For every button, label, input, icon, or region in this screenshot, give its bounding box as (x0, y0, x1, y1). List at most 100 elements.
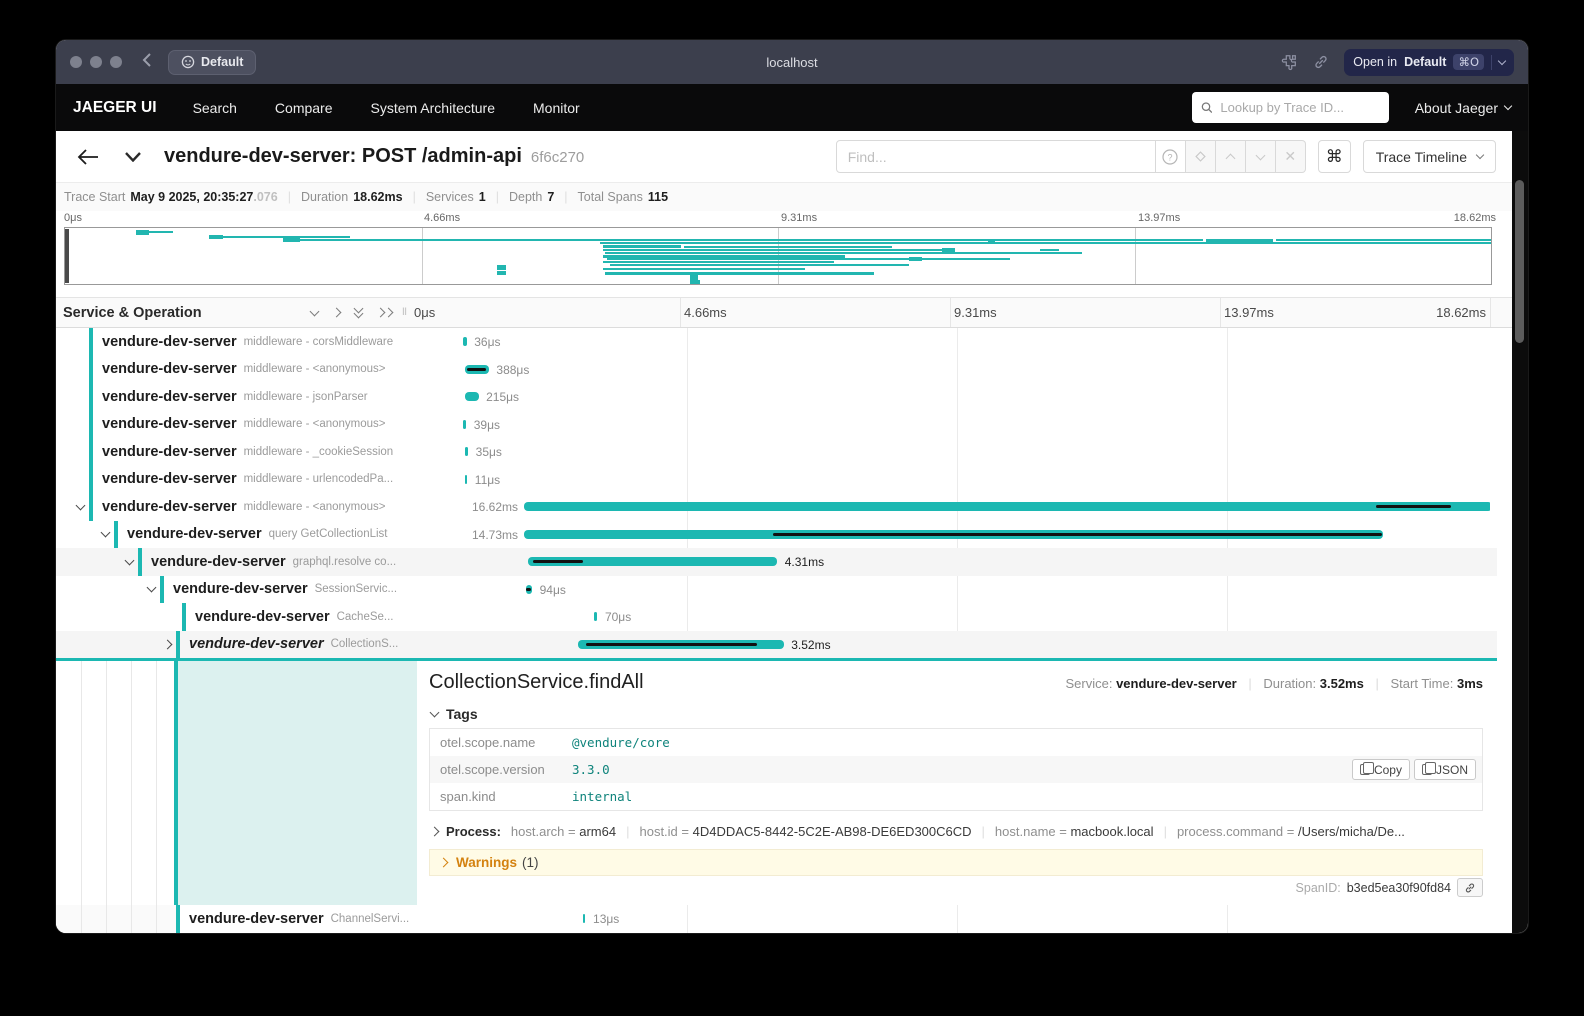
chevron-down-icon (1504, 102, 1512, 110)
nav-item-compare[interactable]: Compare (275, 100, 333, 116)
keyboard-shortcuts-button[interactable]: ⌘ (1318, 140, 1351, 173)
span-row[interactable]: vendure-dev-serverSessionServic...94μs (56, 576, 1497, 604)
span-bar[interactable] (583, 914, 586, 923)
operation-name: middleware - jsonParser (244, 391, 368, 403)
open-in-label: Open in (1353, 55, 1397, 69)
operation-name: middleware - <anonymous> (244, 418, 386, 430)
minimap-tick-labels: 0μs4.66ms9.31ms13.97ms18.62ms (56, 211, 1512, 227)
minimap-tick-label: 13.97ms (1138, 212, 1180, 224)
services-value: 1 (479, 190, 486, 204)
nav-item-monitor[interactable]: Monitor (533, 100, 580, 116)
chevron-down-icon[interactable] (1498, 56, 1506, 64)
span-row[interactable]: vendure-dev-serverCacheSe...70μs (56, 603, 1497, 631)
tag-key: otel.scope.name (440, 735, 572, 750)
expand-one-icon[interactable] (332, 308, 342, 318)
timeline-tick-label: 13.97ms (1224, 305, 1274, 320)
share-link-icon[interactable] (1312, 53, 1330, 71)
find-next-button[interactable] (1246, 140, 1276, 173)
span-row[interactable]: vendure-dev-servermiddleware - urlencode… (56, 466, 1497, 494)
span-row[interactable]: vendure-dev-servermiddleware - corsMiddl… (56, 328, 1497, 356)
collapse-chevron-icon[interactable] (100, 528, 110, 538)
tag-key: otel.scope.version (440, 762, 572, 777)
find-help-button[interactable]: ? (1156, 140, 1186, 173)
warnings-section-toggle[interactable]: Warnings (1) (429, 849, 1483, 876)
minimap-span-line (603, 249, 945, 251)
span-row[interactable]: vendure-dev-servermiddleware - _cookieSe… (56, 438, 1497, 466)
span-duration-label: 94μs (540, 583, 566, 597)
tag-row[interactable]: span.kindinternal (430, 783, 1482, 810)
minimap-span-line (145, 231, 174, 233)
span-row[interactable]: vendure-dev-servermiddleware - jsonParse… (56, 383, 1497, 411)
span-bar[interactable] (465, 447, 468, 456)
trace-view-select[interactable]: Trace Timeline (1363, 140, 1496, 173)
deep-link-icon[interactable] (1457, 878, 1483, 897)
minimap-span-line (603, 268, 805, 270)
find-clear-button[interactable]: ✕ (1276, 140, 1306, 173)
tag-row[interactable]: otel.scope.name@vendure/core (430, 729, 1482, 756)
collapse-chevron-icon[interactable] (124, 555, 134, 565)
json-button[interactable]: JSON (1414, 759, 1476, 780)
operation-name: middleware - <anonymous> (244, 501, 386, 513)
span-rows: vendure-dev-servermiddleware - corsMiddl… (56, 328, 1497, 658)
traffic-lights[interactable] (70, 56, 122, 68)
process-section-toggle[interactable]: Process: host.arch = arm64|host.id = 4D4… (431, 824, 1483, 839)
span-row-selected[interactable]: vendure-dev-serverCollectionS...3.52ms (56, 631, 1497, 659)
column-resize-handle[interactable]: ‖ (402, 307, 408, 318)
span-duration-label: 70μs (605, 610, 631, 624)
minimap-tick-label: 9.31ms (781, 212, 817, 224)
collapse-one-icon[interactable] (310, 306, 320, 316)
browser-titlebar: Default localhost Open in Default ⌘O (56, 40, 1528, 84)
service-name: vendure-dev-server (102, 416, 237, 432)
span-bar[interactable] (524, 502, 1490, 511)
shortcut-chip: ⌘O (1453, 54, 1484, 70)
span-bar[interactable] (594, 612, 598, 621)
collapse-all-icon[interactable] (355, 308, 362, 317)
trace-lookup-input[interactable] (1218, 99, 1379, 116)
minimap-span-line (909, 257, 922, 261)
nav-item-search[interactable]: Search (193, 100, 237, 116)
collapse-chevron-icon[interactable] (75, 500, 85, 510)
span-bar[interactable] (463, 337, 467, 346)
find-input[interactable] (836, 140, 1156, 173)
nav-item-system-architecture[interactable]: System Architecture (371, 100, 496, 116)
span-bar[interactable] (465, 475, 467, 484)
span-row[interactable]: vendure-dev-serverChannelServi...13μs (56, 905, 1497, 933)
span-duration-label: 14.73ms (472, 528, 518, 542)
operation-name: graphql.resolve co... (293, 556, 397, 568)
span-row[interactable]: vendure-dev-server middleware - <anonymou… (56, 411, 1497, 439)
about-jaeger-menu[interactable]: About Jaeger (1415, 100, 1511, 116)
span-bar[interactable] (465, 392, 479, 401)
span-row[interactable]: vendure-dev-servergraphql.resolve co...4… (56, 548, 1497, 576)
trace-title: vendure-dev-server: POST /admin-api6f6c2… (164, 145, 584, 168)
page-scrollbar[interactable] (1512, 131, 1528, 933)
open-in-default-button[interactable]: Open in Default ⌘O (1344, 49, 1514, 76)
span-row[interactable]: vendure-dev-serverquery GetCollectionLis… (56, 521, 1497, 549)
expand-all-icon[interactable] (377, 309, 392, 316)
scrollbar-thumb[interactable] (1515, 180, 1524, 343)
minimap-span-line (610, 264, 909, 266)
tags-section-toggle[interactable]: Tags (431, 706, 1483, 722)
browser-back-icon[interactable] (142, 52, 152, 73)
find-prev-button[interactable] (1216, 140, 1246, 173)
span-bar[interactable] (463, 420, 466, 429)
back-button[interactable] (66, 131, 110, 182)
browser-tab-default[interactable]: Default (168, 50, 256, 75)
find-match-icon-button[interactable] (1186, 140, 1216, 173)
copy-button[interactable]: Copy (1352, 759, 1410, 780)
extensions-puzzle-icon[interactable] (1280, 53, 1298, 71)
tag-row[interactable]: otel.scope.version3.3.0CopyJSON (430, 756, 1482, 783)
collapse-chevron-icon[interactable] (146, 583, 156, 593)
jaeger-brand[interactable]: JAEGER UI (73, 99, 157, 117)
operation-name: ChannelServi... (331, 913, 410, 925)
minimap-scrub-handle[interactable] (65, 229, 69, 283)
trace-lookup-box[interactable] (1192, 92, 1389, 123)
span-row[interactable]: vendure-dev-servermiddleware - <anonymou… (56, 356, 1497, 384)
minimap-span-line (684, 246, 892, 248)
expand-chevron-icon[interactable] (162, 639, 172, 649)
trace-collapse-toggle[interactable] (110, 152, 156, 162)
span-rows-bottom: vendure-dev-serverChannelServi...13μs (56, 905, 1497, 933)
span-row[interactable]: vendure-dev-servermiddleware - <anonymou… (56, 493, 1497, 521)
service-color-bar (89, 466, 93, 494)
trace-minimap[interactable] (64, 227, 1492, 285)
span-duration-label: 16.62ms (472, 500, 518, 514)
